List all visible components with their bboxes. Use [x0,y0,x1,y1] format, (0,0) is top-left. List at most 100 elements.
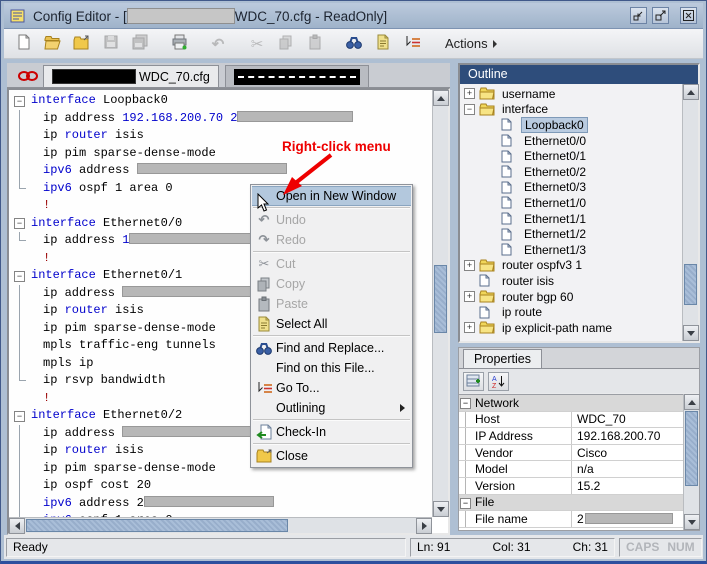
property-category-network[interactable]: −Network [459,395,683,412]
code-line[interactable]: ip address 192.168.200.70 2 [9,110,432,128]
property-value[interactable]: n/a [572,462,683,476]
outline-item-username[interactable]: +username [460,86,682,102]
property-row-file-name[interactable]: File name2 [459,511,683,528]
fold-gutter[interactable]: − [9,267,31,285]
fold-collapse-icon[interactable]: − [14,271,25,282]
paste-button[interactable] [303,32,327,56]
menu-item-check-in[interactable]: Check-In [252,422,411,442]
property-value[interactable]: WDC_70 [572,412,683,426]
close-file-button[interactable] [70,32,94,56]
outline-scroll-thumb[interactable] [684,264,697,305]
actions-menu[interactable]: Actions [445,36,497,51]
property-value[interactable]: Cisco [572,446,683,460]
collapse-icon[interactable]: − [460,498,471,509]
scroll-left-button[interactable] [9,518,25,534]
outline-scrollbar[interactable] [682,84,698,341]
new-file-button[interactable] [12,32,36,56]
menu-item-outlining[interactable]: Outlining [252,398,411,418]
fold-gutter[interactable]: − [9,407,31,425]
property-row-ip-address[interactable]: IP Address192.168.200.70 [459,428,683,445]
outline-item-ethernet1-0[interactable]: Ethernet1/0 [460,195,682,211]
property-row-model[interactable]: Modeln/a [459,461,683,478]
fold-gutter[interactable]: − [9,92,31,110]
code-line[interactable]: −interface Loopback0 [9,92,432,110]
menu-item-paste[interactable]: Paste [252,294,411,314]
select-all-button[interactable] [371,32,395,56]
properties-scroll-thumb[interactable] [685,411,698,486]
outline-item-loopback0[interactable]: Loopback0 [460,117,682,133]
tab-properties[interactable]: Properties [463,349,542,368]
editor-vscroll-thumb[interactable] [434,265,447,333]
print-button[interactable] [167,32,191,56]
property-row-version[interactable]: Version15.2 [459,478,683,495]
outline-item-ip-route[interactable]: ip route [460,304,682,320]
expand-icon[interactable]: + [464,88,475,99]
property-row-vendor[interactable]: VendorCisco [459,445,683,462]
editor-hscroll-thumb[interactable] [26,519,288,532]
code-line[interactable]: ip ospf cost 20 [9,477,432,495]
outline-item-router-ospfv3-1[interactable]: +router ospfv3 1 [460,258,682,274]
copy-button[interactable] [274,32,298,56]
outline-item-ethernet1-1[interactable]: Ethernet1/1 [460,211,682,227]
collapse-icon[interactable]: − [464,104,475,115]
close-button[interactable] [680,7,697,24]
maximize-button[interactable] [652,7,669,24]
expand-icon[interactable]: + [464,322,475,333]
menu-item-find-on-this-file[interactable]: Find on this File... [252,358,411,378]
outline-item-router-bgp-60[interactable]: +router bgp 60 [460,289,682,305]
outline-tree[interactable]: +username−interfaceLoopback0Ethernet0/0E… [460,84,682,341]
scroll-up-button[interactable] [433,90,449,106]
sort-alphabetical-button[interactable]: A Z [488,372,509,391]
property-value[interactable]: 192.168.200.70 [572,429,683,443]
scroll-right-button[interactable] [416,518,432,534]
menu-item-close[interactable]: Close [252,446,411,466]
fold-gutter[interactable]: − [9,215,31,233]
property-grid[interactable]: −NetworkHostWDC_70IP Address192.168.200.… [459,394,683,530]
outline-item-ethernet0-3[interactable]: Ethernet0/3 [460,180,682,196]
outline-item-ethernet0-1[interactable]: Ethernet0/1 [460,148,682,164]
outline-scroll-down-button[interactable] [683,325,699,341]
find-button[interactable] [342,32,366,56]
menu-item-cut[interactable]: ✂Cut [252,254,411,274]
outline-item-ethernet0-0[interactable]: Ethernet0/0 [460,133,682,149]
undo-button[interactable]: ↶ [206,32,230,56]
minimize-button[interactable] [630,7,647,24]
code-line[interactable]: ipv6 address 2 [9,495,432,513]
cut-button[interactable]: ✂ [245,32,269,56]
categorized-view-button[interactable] [463,372,484,391]
outline-item-router-isis[interactable]: router isis [460,273,682,289]
open-file-button[interactable] [41,32,65,56]
save-button[interactable] [99,32,123,56]
scroll-down-button[interactable] [433,501,449,517]
fold-collapse-icon[interactable]: − [14,96,25,107]
tab-redacted-file[interactable] [225,65,369,87]
code-line[interactable]: ipv6 address [9,162,432,180]
expand-icon[interactable]: + [464,260,475,271]
menu-item-redo[interactable]: ↷Redo [252,230,411,250]
expand-icon[interactable]: + [464,291,475,302]
outline-item-ethernet0-2[interactable]: Ethernet0/2 [460,164,682,180]
save-all-button[interactable] [128,32,152,56]
menu-item-find-and-replace[interactable]: Find and Replace... [252,338,411,358]
menu-item-go-to[interactable]: Go To... [252,378,411,398]
menu-item-undo[interactable]: ↶Undo [252,210,411,230]
property-value[interactable]: 15.2 [572,479,683,493]
tab-wdc70-cfg[interactable]: WDC_70.cfg [43,65,219,87]
collapse-icon[interactable]: − [460,398,471,409]
menu-item-select-all[interactable]: Select All [252,314,411,334]
properties-scroll-up-button[interactable] [684,394,700,410]
menu-item-copy[interactable]: Copy [252,274,411,294]
property-category-file[interactable]: −File [459,495,683,512]
outline-item-ip-explicit-path-name[interactable]: +ip explicit-path name [460,320,682,336]
properties-scroll-down-button[interactable] [684,514,700,530]
editor-horizontal-scrollbar[interactable] [9,517,432,533]
fold-collapse-icon[interactable]: − [14,411,25,422]
goto-button[interactable] [400,32,424,56]
editor-vertical-scrollbar[interactable] [432,90,448,517]
outline-item-ethernet1-2[interactable]: Ethernet1/2 [460,226,682,242]
outline-scroll-up-button[interactable] [683,84,699,100]
property-value[interactable]: 2 [572,512,683,526]
title-bar[interactable]: Config Editor - [WDC_70.cfg - ReadOnly] [4,3,703,29]
outline-item-ethernet1-3[interactable]: Ethernet1/3 [460,242,682,258]
property-row-host[interactable]: HostWDC_70 [459,412,683,429]
